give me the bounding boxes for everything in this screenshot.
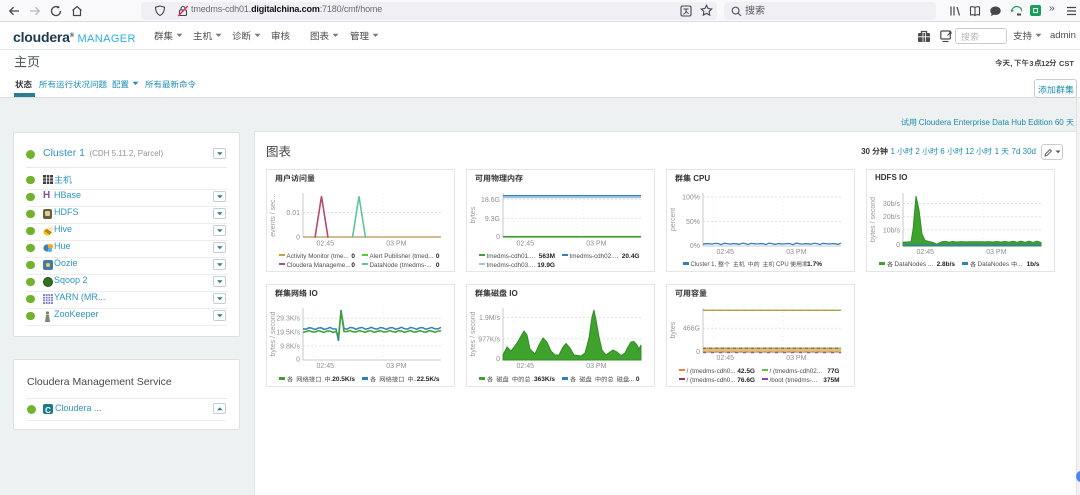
- svg-text:20b/s: 20b/s: [883, 214, 901, 221]
- svg-text:events / sec...: events / sec...: [270, 194, 277, 237]
- svg-text:03 PM: 03 PM: [786, 249, 806, 256]
- svg-text:0: 0: [496, 234, 500, 241]
- svg-text:0: 0: [696, 349, 700, 356]
- svg-text:02:45: 02:45: [517, 240, 535, 247]
- svg-text:0: 0: [296, 235, 300, 242]
- svg-text:1.9M/s: 1.9M/s: [479, 315, 501, 322]
- svg-text:100%: 100%: [682, 195, 700, 202]
- svg-text:03 PM: 03 PM: [386, 240, 406, 247]
- svg-text:0: 0: [496, 356, 500, 363]
- svg-text:977K/s: 977K/s: [478, 336, 500, 343]
- svg-text:9.3G: 9.3G: [485, 216, 500, 223]
- svg-text:02:45: 02:45: [317, 363, 335, 370]
- svg-text:03 PM: 03 PM: [386, 363, 406, 370]
- svg-text:02:45: 02:45: [717, 249, 735, 256]
- svg-text:02:45: 02:45: [317, 240, 335, 247]
- svg-text:02:45: 02:45: [917, 249, 935, 256]
- svg-text:03 PM: 03 PM: [986, 249, 1006, 256]
- svg-text:0.01: 0.01: [286, 210, 300, 217]
- svg-text:bytes: bytes: [670, 321, 677, 338]
- svg-text:0: 0: [896, 242, 900, 249]
- svg-text:9.8K/s: 9.8K/s: [280, 344, 300, 351]
- svg-text:18.6G: 18.6G: [481, 197, 500, 204]
- svg-text:0%: 0%: [690, 243, 700, 250]
- svg-text:03 PM: 03 PM: [586, 363, 606, 370]
- svg-text:466G: 466G: [683, 326, 700, 333]
- svg-text:02:45: 02:45: [517, 363, 535, 370]
- svg-text:19.5K/s: 19.5K/s: [276, 330, 300, 337]
- svg-text:bytes / second: bytes / second: [870, 197, 877, 242]
- svg-text:bytes: bytes: [470, 206, 477, 223]
- svg-text:02:45: 02:45: [717, 355, 735, 362]
- svg-text:10b/s: 10b/s: [883, 227, 901, 234]
- svg-text:03 PM: 03 PM: [586, 240, 606, 247]
- svg-text:50%: 50%: [686, 219, 700, 226]
- svg-text:30b/s: 30b/s: [883, 201, 901, 208]
- svg-text:percent: percent: [670, 208, 677, 231]
- svg-text:29.3K/s: 29.3K/s: [276, 316, 300, 323]
- svg-text:0: 0: [296, 357, 300, 364]
- svg-text:03 PM: 03 PM: [786, 355, 806, 362]
- svg-text:bytes / second: bytes / second: [470, 311, 477, 356]
